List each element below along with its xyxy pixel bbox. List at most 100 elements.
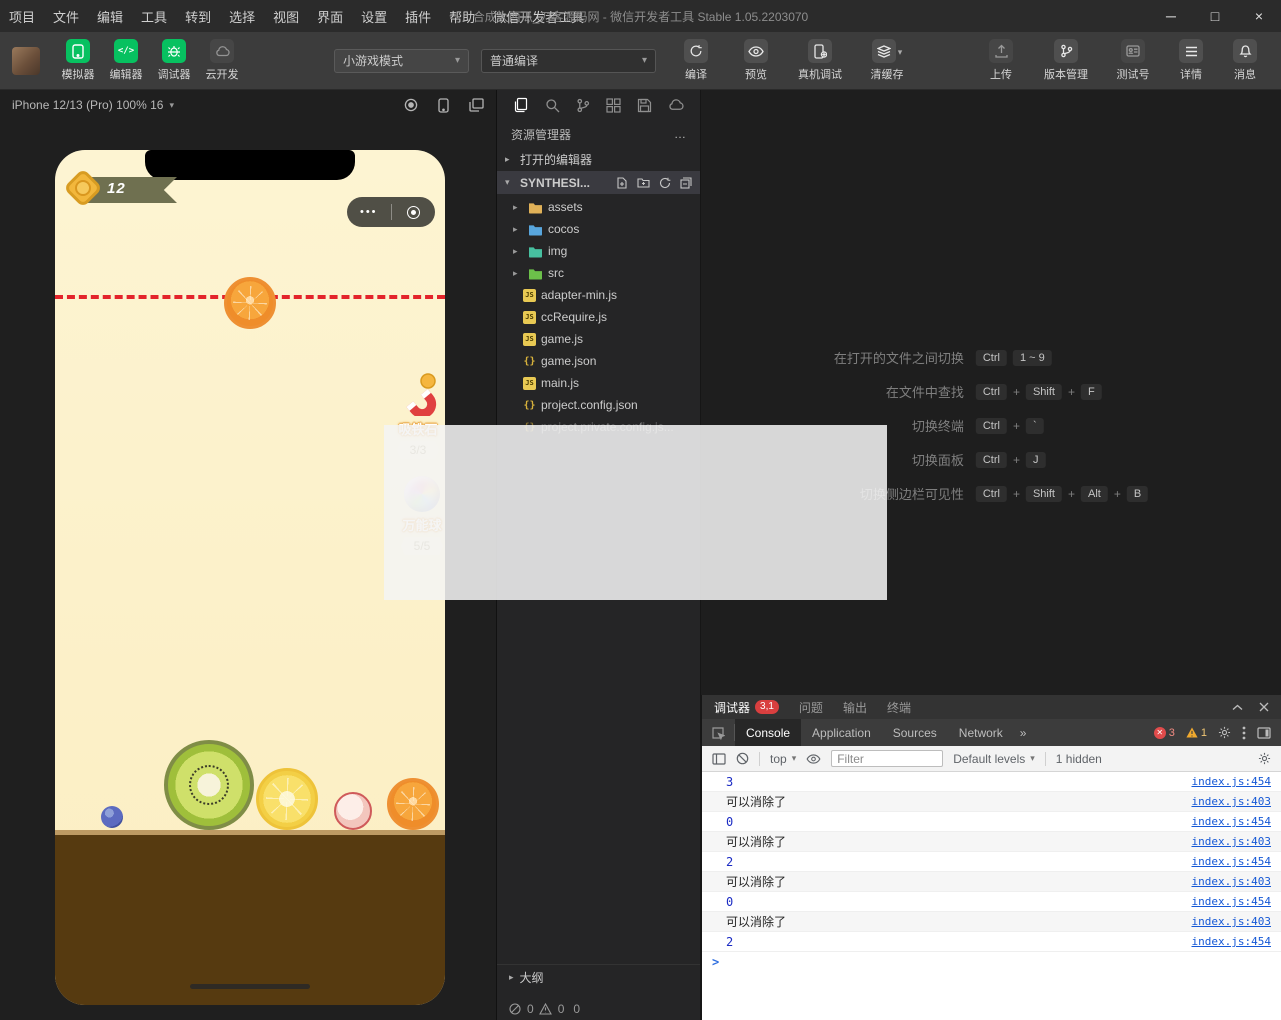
folder-icon (528, 245, 543, 258)
exit-target-icon[interactable] (392, 206, 436, 219)
tab-network[interactable]: Network (948, 719, 1014, 746)
dock-side-icon[interactable] (1257, 727, 1271, 739)
menu-settings[interactable]: 设置 (352, 0, 396, 32)
close-panel-icon[interactable] (1259, 702, 1269, 712)
avatar[interactable] (12, 47, 40, 75)
close-button[interactable]: × (1237, 0, 1281, 32)
eye-icon[interactable] (806, 754, 821, 764)
refresh-icon[interactable] (659, 177, 671, 189)
menu-goto[interactable]: 转到 (176, 0, 220, 32)
inspect-icon[interactable] (702, 719, 734, 746)
tree-item-file[interactable]: JS adapter-min.js (497, 284, 700, 306)
more-tabs-icon[interactable]: » (1014, 719, 1033, 746)
editor-activity-bar (497, 90, 700, 120)
clear-console-icon[interactable] (736, 752, 749, 765)
message-button[interactable]: 消息 (1227, 39, 1263, 82)
tree-item-file[interactable]: JS main.js (497, 372, 700, 394)
error-counter[interactable]: ✕ 3 (1154, 727, 1175, 739)
mode-select[interactable]: 小游戏模式 (334, 49, 469, 73)
source-link[interactable]: index.js:403 (1192, 875, 1271, 888)
menu-tools[interactable]: 工具 (132, 0, 176, 32)
debugger-panel: 调试器 3,1 问题 输出 终端 Console Application Sou… (701, 695, 1281, 1020)
tab-sources[interactable]: Sources (882, 719, 948, 746)
test-account-button[interactable]: 测试号 (1111, 39, 1155, 82)
preview-button[interactable]: 预览 (732, 39, 780, 82)
tree-item-file[interactable]: game.json (497, 350, 700, 372)
console-prompt[interactable] (702, 952, 1281, 972)
menu-project[interactable]: 项目 (0, 0, 44, 32)
tree-item-folder[interactable]: assets (497, 196, 700, 218)
tree-item-folder[interactable]: cocos (497, 218, 700, 240)
menu-edit[interactable]: 编辑 (88, 0, 132, 32)
score-banner: 12 (67, 172, 179, 208)
git-branch-icon[interactable] (576, 98, 590, 113)
panel-tab-bar: 调试器 3,1 问题 输出 终端 (702, 695, 1281, 719)
source-link[interactable]: index.js:454 (1192, 855, 1271, 868)
context-select[interactable]: top (770, 752, 796, 766)
console-log-area[interactable]: 3 index.js:454 可以消除了 index.js:403 0 inde… (702, 772, 1281, 1020)
gear-icon[interactable] (1218, 726, 1231, 739)
warning-counter[interactable]: 1 (1186, 727, 1207, 739)
cloud-dev-button[interactable]: 云开发 (198, 39, 246, 82)
console-settings-gear-icon[interactable] (1258, 752, 1271, 765)
open-editors-section[interactable]: 打开的编辑器 (497, 148, 700, 171)
source-link[interactable]: index.js:454 (1192, 815, 1271, 828)
compile-button[interactable]: 编译 (672, 39, 720, 82)
clear-cache-button[interactable]: 清缓存 (860, 39, 914, 82)
source-link[interactable]: index.js:403 (1192, 915, 1271, 928)
outline-section[interactable]: 大纲 (497, 964, 700, 990)
details-button[interactable]: 详情 (1173, 39, 1209, 82)
more-dots-icon[interactable] (347, 206, 391, 218)
version-manage-button[interactable]: 版本管理 (1039, 39, 1093, 82)
tab-debugger[interactable]: 调试器 3,1 (714, 699, 779, 716)
device-debug-button[interactable]: 真机调试 (792, 39, 848, 82)
record-icon[interactable] (404, 98, 418, 112)
tab-output[interactable]: 输出 (843, 699, 867, 716)
upload-button[interactable]: 上传 (981, 39, 1021, 82)
source-link[interactable]: index.js:403 (1192, 835, 1271, 848)
device-label[interactable]: iPhone 12/13 (Pro) 100% 16 (12, 98, 163, 112)
collapse-panel-icon[interactable] (1232, 704, 1243, 711)
tree-item-folder[interactable]: src (497, 262, 700, 284)
source-link[interactable]: index.js:454 (1192, 775, 1271, 788)
menu-file[interactable]: 文件 (44, 0, 88, 32)
simulator-button[interactable]: 模拟器 (54, 39, 102, 82)
cloud-icon[interactable] (668, 99, 684, 111)
debugger-button[interactable]: 调试器 (150, 39, 198, 82)
tab-application[interactable]: Application (801, 719, 882, 746)
tab-console[interactable]: Console (735, 719, 801, 746)
editor-button[interactable]: </> 编辑器 (102, 39, 150, 82)
tree-item-file[interactable]: JS game.js (497, 328, 700, 350)
filter-input[interactable] (831, 750, 943, 767)
tree-item-folder[interactable]: img (497, 240, 700, 262)
collapse-all-icon[interactable] (680, 177, 692, 189)
menu-view[interactable]: 视图 (264, 0, 308, 32)
maximize-button[interactable]: □ (1193, 0, 1237, 32)
minimize-button[interactable]: ─ (1149, 0, 1193, 32)
multi-window-icon[interactable] (469, 98, 484, 112)
menu-select[interactable]: 选择 (220, 0, 264, 32)
new-file-icon[interactable] (616, 177, 628, 189)
kebab-icon[interactable] (1242, 726, 1246, 740)
log-levels-select[interactable]: Default levels (953, 752, 1035, 766)
menu-plugins[interactable]: 插件 (396, 0, 440, 32)
console-sidebar-icon[interactable] (712, 753, 726, 765)
tree-item-file[interactable]: JS ccRequire.js (497, 306, 700, 328)
grid-icon[interactable] (606, 98, 621, 113)
tab-problems[interactable]: 问题 (799, 699, 823, 716)
project-section[interactable]: SYNTHESI... (497, 171, 700, 194)
tree-item-file[interactable]: project.config.json (497, 394, 700, 416)
menu-interface[interactable]: 界面 (308, 0, 352, 32)
save-icon[interactable] (637, 98, 652, 113)
compile-mode-select[interactable]: 普通编译 (481, 49, 656, 73)
source-link[interactable]: index.js:403 (1192, 795, 1271, 808)
files-icon[interactable] (513, 97, 529, 113)
new-folder-icon[interactable] (637, 177, 650, 188)
search-icon[interactable] (545, 98, 560, 113)
tab-terminal[interactable]: 终端 (887, 699, 911, 716)
source-link[interactable]: index.js:454 (1192, 895, 1271, 908)
problems-status[interactable]: 0 0 0 (497, 1002, 700, 1016)
more-actions-icon[interactable] (674, 127, 686, 141)
rotate-device-icon[interactable] (438, 98, 449, 113)
source-link[interactable]: index.js:454 (1192, 935, 1271, 948)
